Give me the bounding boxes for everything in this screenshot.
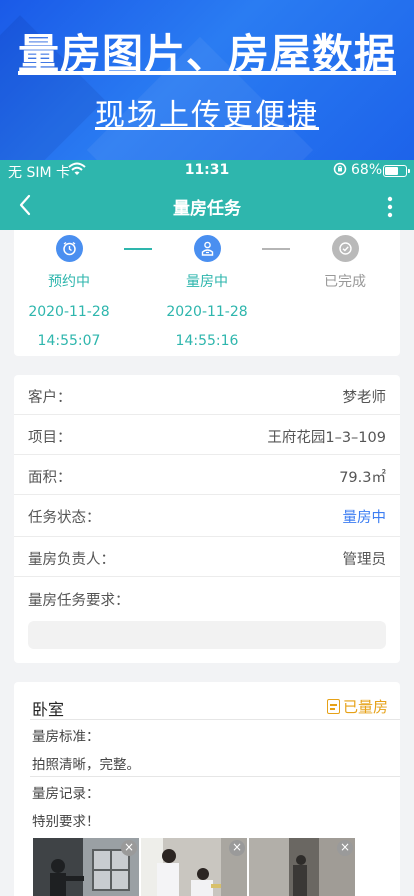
info-value: 79.3㎡ — [339, 470, 386, 486]
document-icon — [326, 699, 340, 714]
step-label: 预约中 — [48, 274, 90, 290]
step-label: 量房中 — [186, 274, 228, 290]
status-bar: 无 SIM 卡 11:31 68% — [0, 160, 414, 182]
info-row-project: 项目： 王府花园1–3–109 — [14, 415, 400, 455]
standard-text: 拍照清晰，完整。 — [32, 757, 140, 773]
requirement-field — [28, 621, 386, 649]
info-key: 量房负责人： — [28, 552, 115, 568]
divider — [30, 719, 400, 720]
more-vertical-icon[interactable] — [380, 196, 400, 218]
info-value: 梦老师 — [342, 390, 387, 406]
info-row-status: 任务状态： 量房中 — [14, 495, 400, 537]
room-photo-1[interactable]: × — [33, 838, 139, 896]
step-connector — [262, 248, 290, 250]
content-area[interactable]: 预约中 2020-11-28 14:55:07 量房中 2020-11-28 1… — [0, 230, 414, 896]
info-value: 王府花园1–3–109 — [267, 430, 386, 446]
divider — [30, 776, 400, 777]
remove-photo-button[interactable]: × — [229, 840, 245, 856]
progress-step-completed: 已完成 — [290, 230, 400, 291]
step-time: 14:55:07 — [37, 333, 101, 349]
info-key: 任务状态： — [28, 510, 101, 526]
step-date: 2020-11-28 — [28, 304, 110, 320]
info-row-owner: 量房负责人： 管理员 — [14, 537, 400, 577]
progress-step-measuring: 量房中 2020-11-28 14:55:16 — [152, 230, 262, 349]
step-date: 2020-11-28 — [166, 304, 248, 320]
room-status-label: 已量房 — [342, 698, 388, 716]
info-key: 项目： — [28, 430, 72, 446]
standard-label: 量房标准： — [32, 729, 100, 745]
info-row-customer: 客户： 梦老师 — [14, 375, 400, 415]
task-info-card: 客户： 梦老师 项目： 王府花园1–3–109 面积： 79.3㎡ 任务状态： … — [14, 375, 400, 663]
record-label: 量房记录： — [32, 786, 100, 802]
step-label: 已完成 — [324, 274, 366, 290]
rotation-lock-icon — [333, 162, 347, 180]
info-value: 管理员 — [342, 552, 387, 568]
step-time: 14:55:16 — [175, 333, 239, 349]
nav-bar: 量房任务 — [0, 182, 414, 230]
info-key: 客户： — [28, 390, 72, 406]
banner-subline: 现场上传更便捷 — [95, 98, 319, 133]
room-photo-2[interactable]: × — [141, 838, 247, 896]
banner-headline: 量房图片、房屋数据 — [18, 30, 396, 78]
progress-step-booked: 预约中 2020-11-28 14:55:07 — [14, 230, 124, 349]
page-title: 量房任务 — [173, 199, 241, 219]
task-progress-card: 预约中 2020-11-28 14:55:07 量房中 2020-11-28 1… — [14, 230, 400, 356]
requirement-label: 量房任务要求： — [28, 593, 130, 609]
step-connector — [124, 248, 152, 250]
room-name: 卧室 — [32, 700, 65, 719]
room-status-badge: 已量房 — [326, 696, 388, 717]
battery-icon — [383, 165, 410, 177]
worker-icon — [193, 235, 221, 262]
info-row-area: 面积： 79.3㎡ — [14, 455, 400, 495]
room-photo-3[interactable]: × — [249, 838, 355, 896]
check-circle-icon — [331, 235, 359, 262]
remove-photo-button[interactable]: × — [121, 840, 137, 856]
status-badge: 量房中 — [342, 510, 387, 526]
promo-banner: 量房图片、房屋数据 现场上传更便捷 — [0, 0, 414, 160]
remove-photo-button[interactable]: × — [337, 840, 353, 856]
record-text: 特别要求！ — [32, 814, 100, 830]
alarm-clock-icon — [55, 235, 83, 262]
battery-percent: 68% — [351, 162, 383, 178]
info-key: 面积： — [28, 470, 72, 486]
